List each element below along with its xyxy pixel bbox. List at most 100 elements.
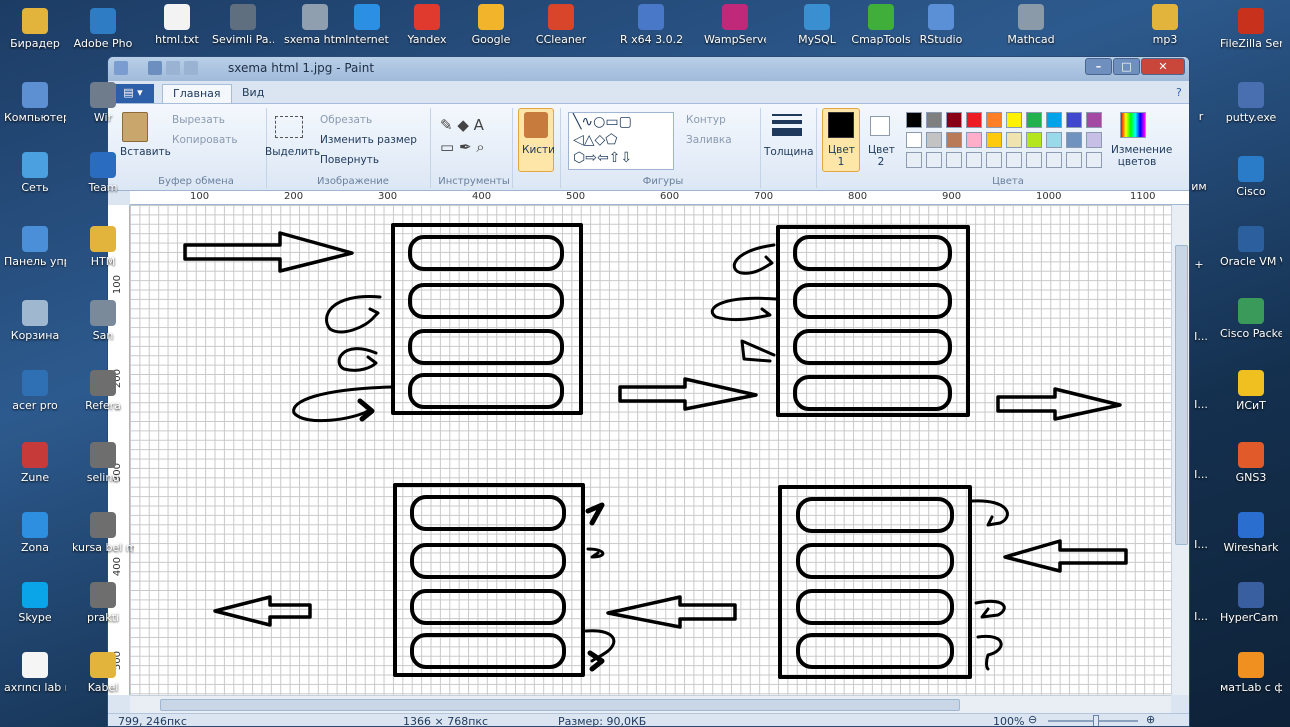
custom-color-slot[interactable]	[1026, 152, 1042, 168]
palette-swatch[interactable]	[1026, 112, 1042, 128]
custom-color-slot[interactable]	[926, 152, 942, 168]
palette-swatch[interactable]	[946, 112, 962, 128]
desktop-shortcut[interactable]: MySQL	[786, 4, 848, 46]
desktop-shortcut[interactable]: mp3	[1134, 4, 1196, 46]
copy-button[interactable]: Копировать	[172, 134, 238, 146]
paint-app-icon[interactable]	[114, 61, 128, 75]
desktop-shortcut[interactable]: axrıncı lab rab 1 bl...	[4, 652, 66, 694]
shapes-gallery[interactable]: ╲∿○▭▢ ◁△◇⬠ ⬡⇨⇦⇧⇩	[568, 112, 674, 170]
palette-swatch[interactable]	[906, 132, 922, 148]
custom-color-slot[interactable]	[906, 152, 922, 168]
desktop-shortcut[interactable]: CmapTools	[850, 4, 912, 46]
palette-swatch[interactable]	[946, 132, 962, 148]
maximize-button[interactable]: □	[1113, 58, 1140, 75]
horizontal-scrollbar[interactable]	[130, 695, 1171, 713]
zoom-out-button[interactable]: ⊖	[1028, 713, 1037, 726]
desktop-shortcut[interactable]: Сеть	[4, 152, 66, 194]
vertical-scrollbar[interactable]	[1171, 205, 1189, 695]
custom-color-slot[interactable]	[986, 152, 1002, 168]
desktop-shortcut[interactable]: acer pro	[4, 370, 66, 412]
title-bar[interactable]: sxema html 1.jpg - Paint – □ ✕	[108, 57, 1189, 81]
palette-swatch[interactable]	[1066, 132, 1082, 148]
fill-button[interactable]: Заливка	[686, 134, 732, 146]
desktop-shortcut[interactable]: Бирадер	[4, 8, 66, 50]
palette-swatch[interactable]	[1046, 132, 1062, 148]
outline-button[interactable]: Контур	[686, 114, 726, 126]
desktop-shortcut[interactable]: Wir	[72, 82, 134, 124]
palette-swatch[interactable]	[926, 132, 942, 148]
zoom-slider-thumb[interactable]	[1093, 715, 1099, 726]
desktop-shortcut[interactable]: HTM	[72, 226, 134, 268]
desktop-shortcut[interactable]: WampServer	[704, 4, 766, 46]
crop-button[interactable]: Обрезать	[320, 114, 372, 126]
color2-label[interactable]: Цвет 2	[868, 144, 895, 168]
desktop-shortcut[interactable]: R x64 3.0.2	[620, 4, 682, 46]
palette-swatch[interactable]	[986, 112, 1002, 128]
tab-home[interactable]: Главная	[162, 84, 232, 103]
desktop-shortcut[interactable]: Team	[72, 152, 134, 194]
undo-icon[interactable]	[166, 61, 180, 75]
palette-swatch[interactable]	[1086, 132, 1102, 148]
palette-swatch[interactable]	[1086, 112, 1102, 128]
palette-swatch[interactable]	[1006, 132, 1022, 148]
thickness-icon[interactable]	[772, 114, 802, 136]
desktop-shortcut[interactable]: Mathcad	[1000, 4, 1062, 46]
desktop-shortcut[interactable]: selinu	[72, 442, 134, 484]
resize-button[interactable]: Изменить размер	[320, 134, 417, 146]
tab-view[interactable]: Вид	[232, 84, 274, 103]
tools-icons[interactable]: ✎ ◆ A ▭ ✒ ⌕	[440, 114, 504, 158]
desktop-shortcut[interactable]: Oracle VM VirtualBox	[1220, 226, 1282, 268]
desktop-shortcut[interactable]: Wireshark	[1220, 512, 1282, 554]
palette-swatch[interactable]	[906, 112, 922, 128]
custom-color-slot[interactable]	[1086, 152, 1102, 168]
desktop-shortcut[interactable]: prakti	[72, 582, 134, 624]
help-icon[interactable]: ?	[1166, 84, 1189, 103]
desktop-shortcut[interactable]: Internet	[336, 4, 398, 46]
desktop-shortcut[interactable]: Cisco	[1220, 156, 1282, 198]
palette-swatch[interactable]	[966, 112, 982, 128]
zoom-in-button[interactable]: ⊕	[1146, 713, 1155, 726]
edit-colors-icon[interactable]	[1120, 112, 1146, 138]
custom-color-slot[interactable]	[966, 152, 982, 168]
desktop-shortcut[interactable]: GNS3	[1220, 442, 1282, 484]
desktop-shortcut[interactable]: Zune	[4, 442, 66, 484]
palette-swatch[interactable]	[1026, 132, 1042, 148]
desktop-shortcut[interactable]: Sevimli Pa...	[212, 4, 274, 46]
desktop-shortcut[interactable]: Skype	[4, 582, 66, 624]
palette-swatch[interactable]	[1006, 112, 1022, 128]
palette-swatch[interactable]	[966, 132, 982, 148]
minimize-button[interactable]: –	[1085, 58, 1112, 75]
palette-swatch[interactable]	[1046, 112, 1062, 128]
desktop-shortcut[interactable]: Kabel	[72, 652, 134, 694]
desktop-shortcut[interactable]: html.txt	[146, 4, 208, 46]
horizontal-scroll-thumb[interactable]	[160, 699, 960, 711]
close-button[interactable]: ✕	[1141, 58, 1185, 75]
desktop-shortcut[interactable]: Refera	[72, 370, 134, 412]
desktop-shortcut[interactable]: Cisco Packet Tracer	[1220, 298, 1282, 340]
desktop-shortcut[interactable]: Google	[460, 4, 522, 46]
desktop-shortcut[interactable]: матLab с формулам...	[1220, 652, 1282, 694]
palette-swatch[interactable]	[986, 132, 1002, 148]
custom-color-slot[interactable]	[1046, 152, 1062, 168]
select-button[interactable]: Выделить	[265, 146, 320, 158]
select-icon[interactable]	[275, 116, 303, 138]
desktop-shortcut[interactable]: kursa bel m	[72, 512, 134, 554]
custom-color-slot[interactable]	[1066, 152, 1082, 168]
desktop-shortcut[interactable]: San	[72, 300, 134, 342]
desktop-shortcut[interactable]: ИСиТ	[1220, 370, 1282, 412]
custom-color-slot[interactable]	[1006, 152, 1022, 168]
desktop-shortcut[interactable]: Adobe Pho	[72, 8, 134, 50]
desktop-shortcut[interactable]: Yandex	[396, 4, 458, 46]
desktop-shortcut[interactable]: Компьютер	[4, 82, 66, 124]
desktop-shortcut[interactable]: Панель управления	[4, 226, 66, 268]
desktop-shortcut[interactable]: FileZilla Server ...	[1220, 8, 1282, 50]
thickness-button[interactable]: Толщина	[764, 146, 814, 158]
custom-color-slot[interactable]	[946, 152, 962, 168]
rotate-button[interactable]: Повернуть	[320, 154, 379, 166]
desktop-shortcut[interactable]: CCleaner	[530, 4, 592, 46]
desktop-shortcut[interactable]: RStudio	[910, 4, 972, 46]
palette-swatch[interactable]	[1066, 112, 1082, 128]
save-icon[interactable]	[148, 61, 162, 75]
desktop-shortcut[interactable]: Zona	[4, 512, 66, 554]
redo-icon[interactable]	[184, 61, 198, 75]
